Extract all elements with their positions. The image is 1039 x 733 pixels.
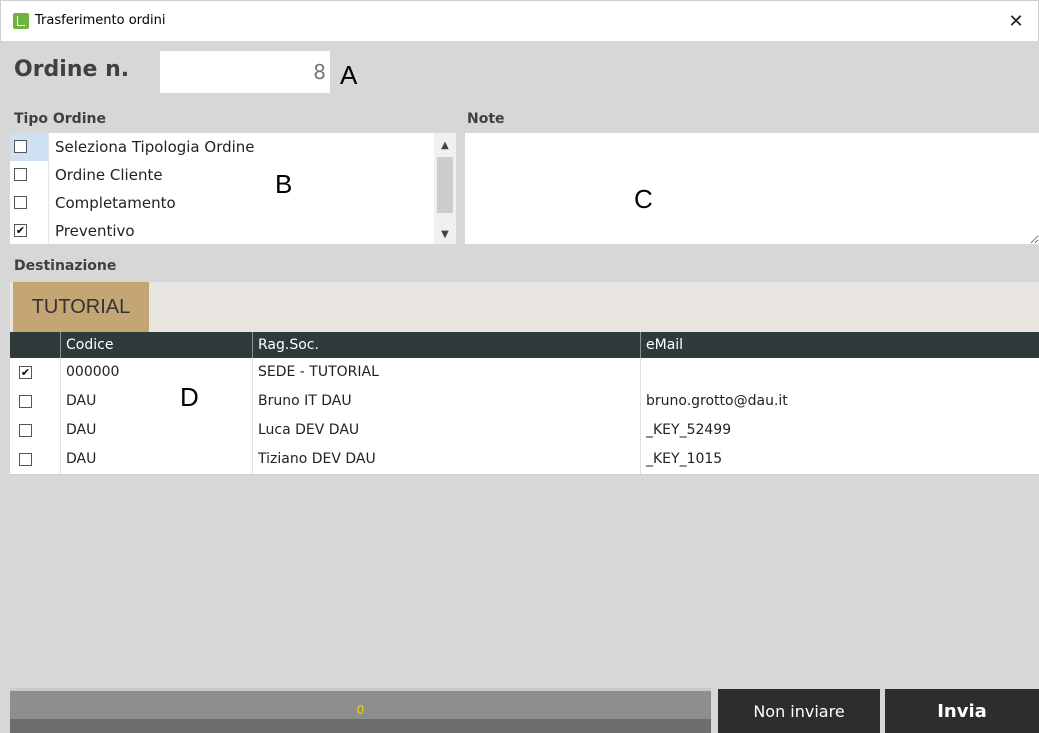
- grid-header: Codice Rag.Soc. eMail: [10, 332, 1039, 358]
- cell-codice: DAU: [66, 451, 97, 467]
- row-checkbox[interactable]: [19, 395, 32, 408]
- cell-codice: DAU: [66, 393, 97, 409]
- app-document-icon: [13, 13, 29, 29]
- annotation-marker-c: C: [634, 184, 653, 214]
- row-checkbox[interactable]: [19, 424, 32, 437]
- order-type-label: Tipo Ordine: [14, 111, 106, 127]
- column-header-email[interactable]: eMail: [640, 332, 683, 358]
- cell-email: [640, 358, 646, 387]
- order-type-item[interactable]: Completamento: [10, 189, 430, 217]
- order-type-checkbox[interactable]: [14, 168, 27, 181]
- cell-email: _KEY_52499: [646, 422, 732, 438]
- chevron-up-icon[interactable]: ▲: [434, 137, 456, 153]
- progress-value: 0: [356, 703, 365, 717]
- destination-label: Destinazione: [14, 258, 117, 274]
- notes-label: Note: [467, 111, 505, 127]
- row-checkbox-checked[interactable]: ✔: [19, 366, 32, 379]
- window-title: Trasferimento ordini: [35, 13, 166, 28]
- cell-ragsoc: Tiziano DEV DAU: [258, 451, 376, 467]
- cell-email: bruno.grotto@dau.it: [646, 393, 788, 409]
- invia-button[interactable]: Invia: [885, 689, 1039, 733]
- order-type-checkbox[interactable]: [14, 140, 27, 153]
- progress-track: [10, 719, 711, 733]
- order-type-item-label: Seleziona Tipologia Ordine: [55, 138, 255, 156]
- cell-ragsoc: Bruno IT DAU: [258, 393, 352, 409]
- non-inviare-button[interactable]: Non inviare: [718, 689, 880, 733]
- close-icon: ✕: [1008, 11, 1024, 32]
- table-row[interactable]: DAU Bruno IT DAU bruno.grotto@dau.it: [10, 387, 1039, 416]
- order-number-input[interactable]: [160, 51, 330, 93]
- table-row[interactable]: DAU Luca DEV DAU _KEY_52499: [10, 416, 1039, 445]
- order-type-item[interactable]: ✔ Preventivo: [10, 217, 430, 244]
- cell-codice: 000000: [66, 364, 120, 380]
- tab-tutorial[interactable]: TUTORIAL: [13, 282, 149, 332]
- destination-tab-strip: TUTORIAL: [10, 282, 1039, 332]
- column-header-ragsoc[interactable]: Rag.Soc.: [252, 332, 319, 358]
- order-type-scrollbar[interactable]: ▲ ▼: [434, 133, 456, 244]
- dialog-body: Ordine n. A Tipo Ordine Note Seleziona T…: [0, 41, 1039, 733]
- chevron-down-icon[interactable]: ▼: [434, 226, 456, 242]
- title-bar: Trasferimento ordini ✕: [0, 0, 1039, 41]
- order-type-item-label: Completamento: [55, 194, 176, 212]
- order-number-label: Ordine n.: [14, 57, 130, 82]
- order-type-item-label: Ordine Cliente: [55, 166, 163, 184]
- annotation-marker-d: D: [180, 382, 199, 412]
- cell-ragsoc: Luca DEV DAU: [258, 422, 360, 438]
- cell-codice: DAU: [66, 422, 97, 438]
- order-type-item[interactable]: Ordine Cliente: [10, 161, 430, 189]
- order-type-item[interactable]: Seleziona Tipologia Ordine: [10, 133, 430, 161]
- order-type-list: Seleziona Tipologia Ordine Ordine Client…: [10, 133, 456, 244]
- destination-grid: Codice Rag.Soc. eMail ✔ 000000 SEDE - TU…: [10, 332, 1039, 475]
- notes-textarea[interactable]: [465, 133, 1039, 244]
- column-header-codice[interactable]: Codice: [60, 332, 113, 358]
- annotation-marker-a: A: [340, 60, 358, 90]
- grid-bottom-border: [10, 474, 1039, 475]
- cell-ragsoc: SEDE - TUTORIAL: [258, 364, 379, 380]
- progress-bar: 0: [10, 688, 711, 733]
- order-type-item-label: Preventivo: [55, 222, 135, 240]
- scrollbar-thumb[interactable]: [437, 157, 453, 213]
- table-row[interactable]: DAU Tiziano DEV DAU _KEY_1015: [10, 445, 1039, 474]
- order-type-checkbox[interactable]: [14, 196, 27, 209]
- order-type-checkbox-checked[interactable]: ✔: [14, 224, 27, 237]
- row-checkbox[interactable]: [19, 453, 32, 466]
- close-button[interactable]: ✕: [994, 1, 1038, 42]
- annotation-marker-b: B: [275, 169, 293, 199]
- table-row[interactable]: ✔ 000000 SEDE - TUTORIAL: [10, 358, 1039, 387]
- cell-email: _KEY_1015: [646, 451, 723, 467]
